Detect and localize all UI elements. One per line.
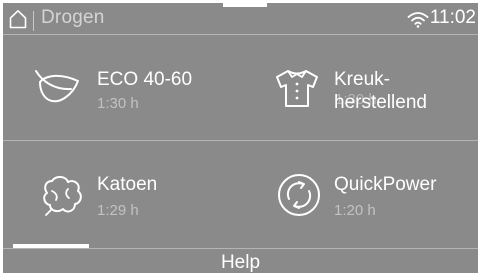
help-button[interactable]: Help [3,249,478,273]
program-duration: 1:29 h [97,202,139,219]
program-name: Kreuk- [334,69,390,90]
status-bar: Drogen 11:02 [3,3,478,33]
cotton-icon [43,176,82,216]
title-divider [33,11,34,31]
program-tile-kreukherstellend[interactable]: 1:30 h Kreuk- herstellend [240,35,477,140]
program-name: ECO 40-60 [97,69,193,90]
leaf-icon [35,70,79,103]
program-tile-eco-40-60[interactable]: ECO 40-60 1:30 h [3,35,240,140]
pull-down-handle[interactable] [223,3,267,7]
program-duration: 1:30 h [97,95,139,112]
program-tile-katoen[interactable]: Katoen 1:29 h [3,141,240,246]
program-name: Katoen [97,174,158,195]
dryer-display: Drogen 11:02 ECO 40-60 1:30 h 1:30 h Kre… [3,3,478,273]
program-name: QuickPower [334,174,437,195]
program-name-line2: herstellend [334,92,427,113]
wifi-icon [407,12,429,28]
program-duration: 1:20 h [334,202,376,219]
home-icon[interactable] [9,9,27,29]
shirt-icon [276,70,318,107]
clock: 11:02 [429,7,476,28]
program-tile-quickpower[interactable]: QuickPower 1:20 h [240,141,477,246]
quickpower-icon [278,174,320,216]
page-title: Drogen [41,7,105,28]
